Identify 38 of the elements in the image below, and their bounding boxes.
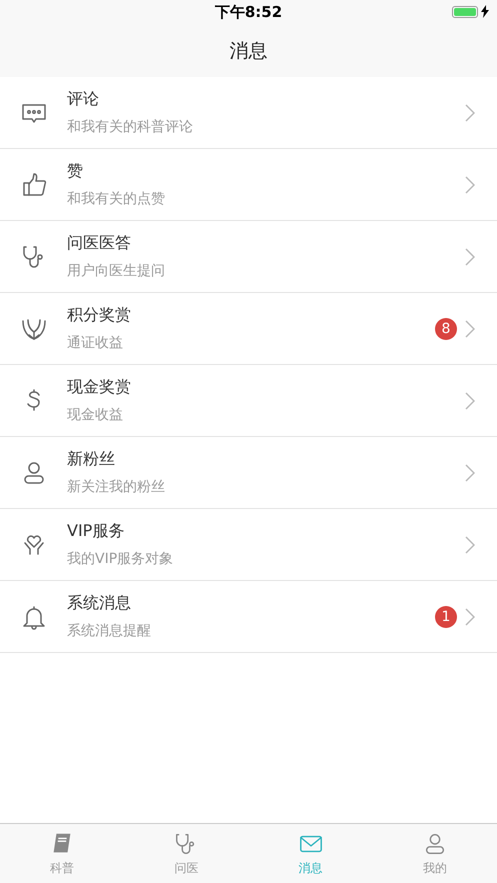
category-subtitle: 我的VIP服务对象 bbox=[67, 550, 174, 568]
category-subtitle: 用户向医生提问 bbox=[67, 262, 166, 280]
message-category-row[interactable]: 新粉丝 新关注我的粉丝 bbox=[0, 437, 497, 509]
chevron-right-icon bbox=[465, 176, 475, 194]
category-title: 评论 bbox=[67, 89, 100, 110]
category-title: 现金奖赏 bbox=[67, 377, 132, 398]
category-title: 新粉丝 bbox=[67, 449, 116, 470]
category-title: 系统消息 bbox=[67, 593, 132, 614]
category-subtitle: 新关注我的粉丝 bbox=[67, 478, 166, 496]
message-category-row[interactable]: 系统消息 系统消息提醒 1 bbox=[0, 581, 497, 653]
unread-count: 8 bbox=[435, 318, 457, 340]
message-category-row[interactable]: 积分奖赏 通证收益 8 bbox=[0, 293, 497, 365]
message-category-row[interactable]: 现金奖赏 现金收益 bbox=[0, 365, 497, 437]
chevron-right-icon bbox=[465, 536, 475, 554]
charging-icon bbox=[481, 5, 489, 18]
category-subtitle: 现金收益 bbox=[67, 406, 124, 424]
category-title: 积分奖赏 bbox=[67, 305, 132, 326]
category-subtitle: 系统消息提醒 bbox=[67, 622, 152, 640]
message-category-row[interactable]: 评论 和我有关的科普评论 bbox=[0, 77, 497, 149]
category-subtitle: 通证收益 bbox=[67, 334, 124, 352]
chevron-right-icon bbox=[465, 320, 475, 338]
chevron-right-icon bbox=[465, 392, 475, 410]
message-category-row[interactable]: 问医医答 用户向医生提问 bbox=[0, 221, 497, 293]
category-subtitle: 和我有关的点赞 bbox=[67, 190, 166, 208]
category-title: 问医医答 bbox=[67, 233, 132, 254]
status-time: 下午8:52 bbox=[214, 3, 282, 22]
chevron-right-icon bbox=[465, 248, 475, 266]
chevron-right-icon bbox=[465, 464, 475, 482]
chevron-right-icon bbox=[465, 104, 475, 122]
message-category-row[interactable]: VIP服务 我的VIP服务对象 bbox=[0, 509, 497, 581]
message-category-row[interactable]: 赞 和我有关的点赞 bbox=[0, 149, 497, 221]
category-title: VIP服务 bbox=[67, 521, 126, 542]
unread-count: 1 bbox=[435, 606, 457, 628]
chevron-right-icon bbox=[465, 608, 475, 626]
category-subtitle: 和我有关的科普评论 bbox=[67, 118, 194, 136]
page-title: 消息 bbox=[228, 39, 268, 64]
category-title: 赞 bbox=[67, 161, 84, 182]
battery-icon bbox=[452, 6, 478, 18]
